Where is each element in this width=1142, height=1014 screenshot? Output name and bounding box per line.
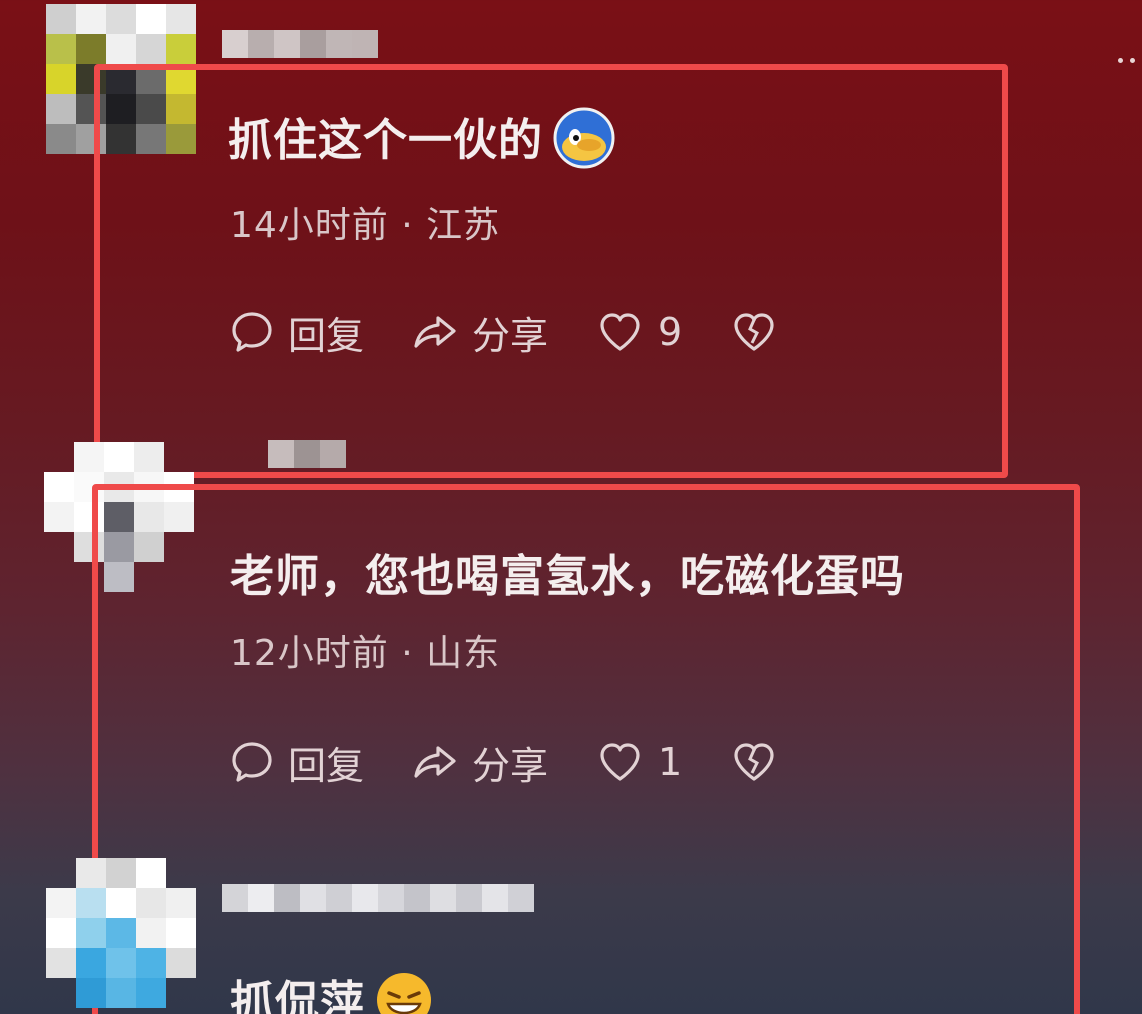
- reply-label: 回复: [288, 313, 365, 358]
- comment-meta: 14小时前 · 江苏: [230, 205, 501, 246]
- like-count: 1: [658, 740, 683, 784]
- dislike-button[interactable]: [730, 738, 778, 786]
- username[interactable]: [222, 30, 378, 58]
- comment-text: 老师，您也喝富氢水，吃磁化蛋吗: [230, 551, 905, 602]
- avatar[interactable]: [44, 442, 194, 592]
- username[interactable]: [222, 884, 534, 912]
- comment-text-content: 抓侃萍: [230, 977, 365, 1014]
- avatar[interactable]: [46, 858, 196, 1008]
- dislike-button[interactable]: [730, 308, 778, 356]
- reply-label: 回复: [288, 743, 365, 788]
- comment-text: 抓侃萍: [230, 966, 433, 1014]
- share-button[interactable]: 分享: [412, 305, 548, 360]
- comment-text-content: 抓住这个一伙的: [228, 115, 543, 166]
- reply-button[interactable]: 回复: [228, 305, 364, 360]
- comment-text: 抓住这个一伙的: [228, 104, 615, 180]
- username[interactable]: [268, 440, 346, 468]
- heart-icon: [600, 743, 640, 781]
- share-label: 分享: [472, 313, 549, 358]
- like-button[interactable]: 1: [596, 738, 682, 786]
- comment-actions: 回复 分享 9: [228, 302, 826, 362]
- grinning-face-emoji-icon: [375, 971, 433, 1014]
- more-indicator: [1118, 58, 1142, 64]
- heart-icon: [600, 313, 640, 351]
- chat-bubble-icon: [232, 312, 272, 352]
- share-button[interactable]: 分享: [412, 735, 548, 790]
- share-label: 分享: [472, 743, 549, 788]
- avatar[interactable]: [46, 4, 196, 154]
- shocked-face-emoji-icon: [553, 107, 615, 180]
- share-arrow-icon: [414, 316, 456, 348]
- broken-heart-icon: [734, 743, 774, 781]
- like-count: 9: [658, 310, 683, 354]
- share-arrow-icon: [414, 746, 456, 778]
- broken-heart-icon: [734, 313, 774, 351]
- like-button[interactable]: 9: [596, 308, 682, 356]
- chat-bubble-icon: [232, 742, 272, 782]
- reply-button[interactable]: 回复: [228, 735, 364, 790]
- comment-actions: 回复 分享 1: [228, 732, 826, 792]
- comment-meta: 12小时前 · 山东: [230, 633, 501, 674]
